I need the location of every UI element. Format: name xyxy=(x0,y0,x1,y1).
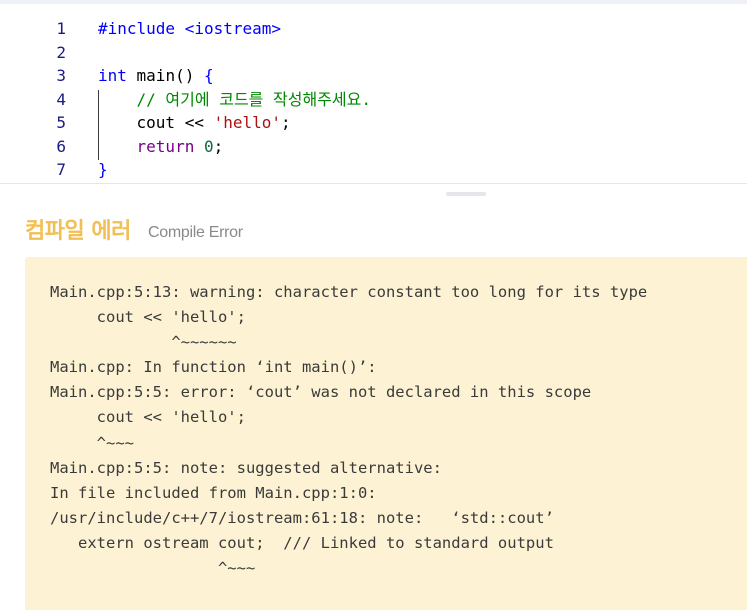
editor-divider xyxy=(0,183,747,184)
line-number: 1 xyxy=(56,19,66,38)
line-code[interactable]: int main() { xyxy=(98,64,214,88)
code-token: cout << xyxy=(98,113,214,132)
code-token: 'hello' xyxy=(213,113,282,132)
error-message: Main.cpp:5:13: warning: character consta… xyxy=(50,283,648,578)
code-token: return xyxy=(136,136,195,156)
result-subtitle: Compile Error xyxy=(148,224,243,241)
result-title: 컴파일 에러 xyxy=(25,219,131,244)
line-number: 6 xyxy=(56,136,66,156)
code-token: } xyxy=(98,160,108,179)
code-token: 0 xyxy=(203,136,214,156)
code-line[interactable]: 3 int main() { xyxy=(0,64,747,88)
line-number: 3 xyxy=(56,66,66,85)
code-line[interactable]: 4 // 여기에 코드를 작성해주세요. xyxy=(0,88,747,112)
line-number: 7 xyxy=(56,160,66,179)
code-token: // 여기에 코드를 작성해주세요. xyxy=(98,89,371,109)
code-editor[interactable]: 1 #include <iostream> 2 3 int main() {4 // 여… xyxy=(0,4,747,183)
code-line[interactable]: 6 return 0; xyxy=(0,135,747,159)
indent-guide xyxy=(98,90,99,160)
code-token: #include <iostream> xyxy=(98,19,282,38)
code-token: { xyxy=(203,66,214,85)
code-token: int xyxy=(98,66,127,85)
line-number: 2 xyxy=(56,42,66,62)
line-code[interactable]: #include <iostream> xyxy=(98,17,281,41)
line-code[interactable]: // 여기에 코드를 작성해주세요. xyxy=(98,88,371,112)
code-line[interactable]: 2 xyxy=(0,41,747,65)
code-line[interactable]: 7} xyxy=(0,158,747,182)
code-token: main() xyxy=(126,66,204,85)
line-code[interactable]: return 0; xyxy=(98,135,224,159)
line-number: 5 xyxy=(56,113,66,132)
line-code[interactable]: } xyxy=(98,158,108,182)
code-line[interactable]: 5 cout << 'hello'; xyxy=(0,111,747,135)
code-token: ; xyxy=(213,136,224,156)
line-number: 4 xyxy=(56,89,66,109)
code-line[interactable]: 1 #include <iostream> xyxy=(0,17,747,41)
code-token: ; xyxy=(281,113,291,132)
line-code[interactable]: cout << 'hello'; xyxy=(98,111,291,135)
resize-handle[interactable] xyxy=(446,192,486,196)
